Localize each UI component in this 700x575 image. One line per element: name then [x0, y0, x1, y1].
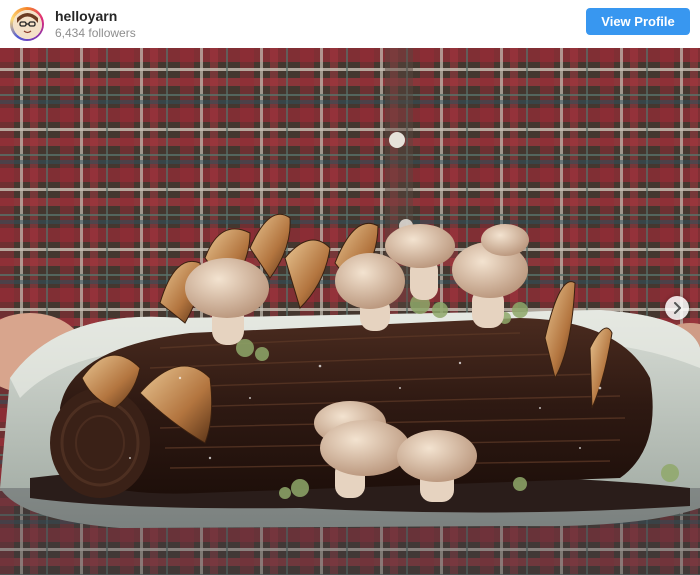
view-profile-button[interactable]: View Profile — [586, 8, 690, 35]
avatar-face-icon — [12, 9, 42, 39]
avatar[interactable] — [10, 7, 44, 41]
yule-log-photo — [0, 48, 700, 575]
profile-info: helloyarn 6,434 followers — [55, 8, 136, 41]
username[interactable]: helloyarn — [55, 8, 136, 25]
post-header: helloyarn 6,434 followers View Profile — [0, 0, 700, 48]
chevron-right-icon — [674, 302, 681, 314]
post-image[interactable] — [0, 48, 700, 575]
avatar-image — [12, 9, 42, 39]
followers-count: 6,434 followers — [55, 25, 136, 40]
next-image-button[interactable] — [665, 296, 689, 320]
